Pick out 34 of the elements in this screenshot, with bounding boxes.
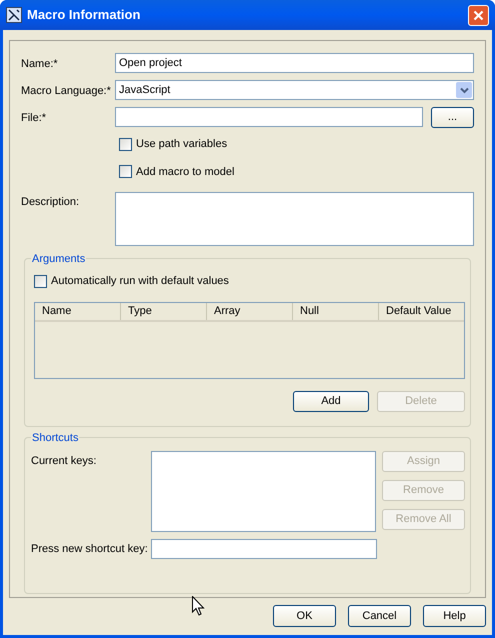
field-label: Macro Language:* [21, 84, 112, 99]
checkbox[interactable] [119, 138, 132, 151]
field-label: Press new shortcut key: [31, 542, 149, 557]
file-field[interactable] [115, 107, 423, 127]
mouse-cursor-icon [192, 596, 205, 616]
group-title: Arguments [31, 251, 86, 268]
push-button[interactable]: Help [423, 605, 486, 627]
push-button[interactable]: Add [293, 390, 369, 412]
close-icon [473, 10, 484, 20]
checkbox[interactable] [119, 165, 132, 178]
field-label: Description: [21, 195, 80, 210]
checkbox[interactable] [34, 274, 47, 288]
shortcut-field[interactable] [151, 539, 377, 559]
dropdown[interactable]: JavaScript [115, 80, 474, 100]
text-field[interactable]: Open project [115, 53, 474, 73]
column-header[interactable]: Null [293, 302, 379, 320]
column-header[interactable]: Type [121, 302, 207, 320]
field-label: Current keys: [31, 454, 98, 469]
close-button[interactable] [468, 4, 489, 26]
push-button[interactable]: Cancel [348, 605, 411, 627]
description-field[interactable] [115, 192, 474, 246]
checkbox-label: Add macro to model [136, 164, 234, 180]
field-label: File:* [21, 111, 48, 126]
column-header[interactable]: Array [207, 302, 293, 320]
column-header[interactable]: Name [35, 302, 121, 320]
checkbox-label: Automatically run with default values [51, 274, 229, 289]
push-button[interactable]: OK [273, 605, 336, 627]
app-icon [6, 7, 22, 23]
checkbox-label: Use path variables [136, 137, 228, 152]
field-label: Name:* [21, 57, 59, 72]
window-title: Macro Information [27, 6, 142, 24]
push-button[interactable]: ... [431, 107, 474, 128]
column-header[interactable]: Default Value [379, 302, 464, 320]
keys-list[interactable] [150, 451, 376, 532]
